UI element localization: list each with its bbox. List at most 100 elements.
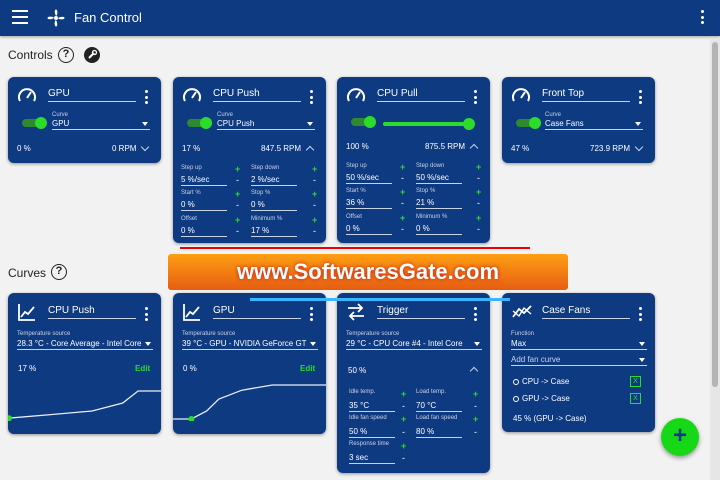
- function-select[interactable]: Max: [511, 339, 647, 350]
- increment-button[interactable]: +: [476, 162, 481, 172]
- curve-menu-icon[interactable]: [473, 307, 477, 321]
- field-input[interactable]: 50 %/sec: [346, 173, 392, 184]
- increment-button[interactable]: +: [401, 414, 406, 424]
- control-toggle[interactable]: [351, 116, 376, 128]
- temperature-source-select[interactable]: 39 °C - GPU - NVIDIA GeForce GT: [182, 339, 318, 350]
- increment-button[interactable]: +: [400, 213, 405, 223]
- curve-name[interactable]: Trigger: [377, 305, 465, 319]
- decrement-button[interactable]: -: [313, 226, 316, 236]
- increment-button[interactable]: +: [312, 189, 317, 199]
- curve-menu-icon[interactable]: [309, 307, 313, 321]
- field-input[interactable]: 50 %: [349, 427, 395, 438]
- increment-button[interactable]: +: [401, 441, 406, 451]
- curve-name[interactable]: Case Fans: [542, 305, 630, 319]
- field-input[interactable]: 21 %: [416, 198, 462, 209]
- increment-button[interactable]: +: [312, 164, 317, 174]
- increment-button[interactable]: +: [400, 187, 405, 197]
- field-input[interactable]: 35 °C: [349, 401, 395, 412]
- add-button[interactable]: +: [661, 418, 699, 456]
- collapse-chevron-icon[interactable]: [469, 366, 479, 376]
- field-input[interactable]: 17 %: [251, 226, 297, 237]
- scrollbar[interactable]: [710, 38, 720, 480]
- decrement-button[interactable]: -: [401, 224, 404, 234]
- field-input[interactable]: 36 %: [346, 198, 392, 209]
- increment-button[interactable]: +: [400, 162, 405, 172]
- temperature-source-select[interactable]: 28.3 °C - Core Average - Intel Core: [17, 339, 153, 350]
- control-toggle[interactable]: [187, 117, 212, 129]
- field-input[interactable]: 0 %: [416, 224, 462, 235]
- controls-help-icon[interactable]: ?: [58, 47, 74, 63]
- increment-button[interactable]: +: [235, 189, 240, 199]
- decrement-button[interactable]: -: [401, 198, 404, 208]
- decrement-button[interactable]: -: [313, 175, 316, 185]
- curve-select[interactable]: CPU Push: [217, 119, 315, 130]
- decrement-button[interactable]: -: [236, 200, 239, 210]
- control-name[interactable]: CPU Push: [213, 88, 301, 102]
- field-input[interactable]: 0 %: [346, 224, 392, 235]
- curve-name[interactable]: GPU: [213, 305, 301, 319]
- control-name[interactable]: Front Top: [542, 88, 630, 102]
- increment-button[interactable]: +: [401, 389, 406, 399]
- speed-slider-handle[interactable]: [463, 118, 475, 130]
- scrollbar-thumb[interactable]: [712, 42, 718, 387]
- curve-select[interactable]: Case Fans: [545, 119, 643, 130]
- collapse-chevron-icon[interactable]: [305, 145, 315, 155]
- control-name[interactable]: CPU Pull: [377, 88, 465, 102]
- field-input[interactable]: 70 °C: [416, 401, 462, 412]
- decrement-button[interactable]: -: [402, 453, 405, 463]
- decrement-button[interactable]: -: [477, 173, 480, 183]
- control-toggle[interactable]: [22, 117, 47, 129]
- wrench-settings-icon[interactable]: [84, 47, 100, 63]
- increment-button[interactable]: +: [473, 414, 478, 424]
- control-toggle[interactable]: [516, 117, 541, 129]
- field-input[interactable]: 80 %: [416, 427, 462, 438]
- remove-curve-button[interactable]: X: [630, 376, 641, 387]
- control-menu-icon[interactable]: [144, 90, 148, 104]
- decrement-button[interactable]: -: [402, 427, 405, 437]
- expand-chevron-icon[interactable]: [634, 142, 644, 152]
- decrement-button[interactable]: -: [477, 198, 480, 208]
- increment-button[interactable]: +: [312, 215, 317, 225]
- edit-curve-link[interactable]: Edit: [135, 364, 150, 373]
- curve-item-radio[interactable]: [513, 396, 519, 402]
- control-name[interactable]: GPU: [48, 88, 136, 102]
- decrement-button[interactable]: -: [236, 226, 239, 236]
- decrement-button[interactable]: -: [402, 401, 405, 411]
- temperature-source-select[interactable]: 29 °C - CPU Core #4 - Intel Core: [346, 339, 482, 350]
- control-menu-icon[interactable]: [473, 90, 477, 104]
- curve-graph[interactable]: [173, 377, 326, 421]
- field-input[interactable]: 0 %: [181, 200, 227, 211]
- increment-button[interactable]: +: [473, 389, 478, 399]
- field-input[interactable]: 2 %/sec: [251, 175, 297, 186]
- field-input[interactable]: 0 %: [251, 200, 297, 211]
- speed-slider-track[interactable]: [383, 122, 469, 126]
- expand-chevron-icon[interactable]: [140, 142, 150, 152]
- remove-curve-button[interactable]: X: [630, 393, 641, 404]
- decrement-button[interactable]: -: [401, 173, 404, 183]
- hamburger-menu-icon[interactable]: [12, 10, 28, 24]
- field-input[interactable]: 50 %/sec: [416, 173, 462, 184]
- field-input[interactable]: 5 %/sec: [181, 175, 227, 186]
- curve-menu-icon[interactable]: [638, 307, 642, 321]
- curve-menu-icon[interactable]: [144, 307, 148, 321]
- increment-button[interactable]: +: [235, 215, 240, 225]
- control-menu-icon[interactable]: [309, 90, 313, 104]
- field-input[interactable]: 0 %: [181, 226, 227, 237]
- collapse-chevron-icon[interactable]: [469, 143, 479, 153]
- decrement-button[interactable]: -: [474, 427, 477, 437]
- curve-graph[interactable]: [8, 377, 161, 421]
- curve-name[interactable]: CPU Push: [48, 305, 136, 319]
- increment-button[interactable]: +: [235, 164, 240, 174]
- curves-help-icon[interactable]: ?: [51, 264, 67, 280]
- app-menu-icon[interactable]: [700, 10, 704, 24]
- field-input[interactable]: 3 sec: [349, 453, 395, 464]
- decrement-button[interactable]: -: [313, 200, 316, 210]
- decrement-button[interactable]: -: [474, 401, 477, 411]
- curve-item-radio[interactable]: [513, 379, 519, 385]
- increment-button[interactable]: +: [476, 187, 481, 197]
- control-menu-icon[interactable]: [638, 90, 642, 104]
- increment-button[interactable]: +: [476, 213, 481, 223]
- decrement-button[interactable]: -: [236, 175, 239, 185]
- curve-select[interactable]: GPU: [52, 119, 150, 130]
- add-fan-curve-select[interactable]: Add fan curve: [511, 355, 647, 366]
